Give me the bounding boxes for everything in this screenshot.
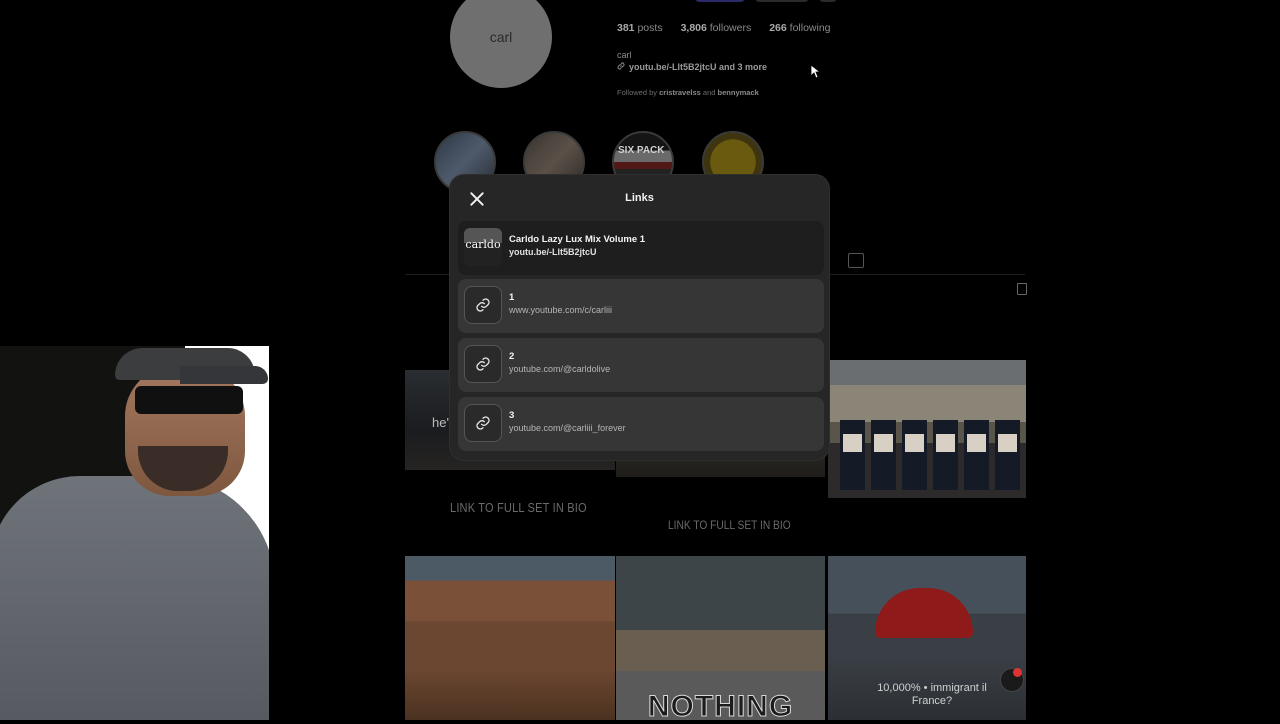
featured-link-title: Carldo Lazy Lux Mix Volume 1 — [509, 234, 646, 245]
person-figure — [995, 420, 1020, 490]
webcam-person-cap-brim — [180, 366, 268, 384]
post-1-text: he' — [432, 415, 449, 430]
webcam-person-shirt — [0, 476, 269, 720]
link-row-2[interactable]: 2 youtube.com/@carldolive — [458, 338, 824, 392]
more-button[interactable] — [818, 0, 838, 2]
link-row-3[interactable]: 3 youtube.com/@carliii_forever — [458, 397, 824, 451]
followers-stat[interactable]: 3,806 followers — [681, 22, 752, 34]
link-icon — [464, 345, 502, 383]
followers-label: followers — [709, 22, 752, 34]
link-title: 2 — [509, 351, 515, 362]
posts-count: 381 — [617, 22, 635, 34]
profile-stats: 381 posts 3,806 followers 266 following — [617, 22, 831, 34]
followed-by-user-2: bennymack — [717, 88, 759, 97]
avatar-text: carl — [489, 29, 513, 45]
follow-button[interactable] — [694, 0, 746, 2]
posts-label: posts — [637, 22, 663, 34]
followers-count: 3,806 — [680, 22, 707, 34]
link-title: 1 — [509, 292, 515, 303]
link-row-1[interactable]: 1 www.youtube.com/c/carliii — [458, 279, 824, 333]
post-type-icon — [1017, 283, 1027, 295]
posts-stat: 381 posts — [617, 22, 663, 34]
post-thumbnail-4[interactable] — [405, 556, 615, 720]
bio-link[interactable]: youtu.be/-Llt5B2jtcU and 3 more — [617, 62, 767, 72]
profile-avatar[interactable]: carl — [450, 0, 552, 88]
modal-title: Links — [625, 192, 654, 204]
followed-by[interactable]: Followed by cristravelss and bennymack — [617, 88, 759, 97]
links-modal: Links carldo Carldo Lazy Lux Mix Volume … — [450, 175, 829, 460]
webcam-person-sunglasses — [135, 386, 243, 414]
post-banner-text-1: LINK TO FULL SET IN BIO — [450, 500, 587, 515]
post-5-text: NOTHING — [647, 690, 794, 724]
person-figure — [964, 420, 989, 490]
link-url: www.youtube.com/c/carliii — [509, 305, 613, 315]
tagged-icon[interactable] — [848, 253, 864, 268]
link-title: 3 — [509, 410, 515, 421]
following-stat[interactable]: 266 following — [769, 22, 830, 34]
following-label: following — [789, 22, 831, 34]
person-figure — [933, 420, 958, 490]
followed-by-prefix: Followed by — [617, 88, 658, 97]
link-url: youtube.com/@carldolive — [509, 364, 611, 374]
link-icon — [464, 404, 502, 442]
featured-link-thumbnail: carldo — [464, 228, 502, 266]
person-figure — [840, 420, 865, 490]
notification-badge — [1013, 668, 1022, 677]
link-icon — [464, 286, 502, 324]
following-count: 266 — [769, 22, 787, 34]
thumbnail-text: carldo — [465, 238, 501, 251]
webcam-overlay — [0, 346, 269, 720]
followed-by-user-1: cristravelss — [659, 88, 701, 97]
bio-link-icon — [617, 62, 625, 72]
post-6-caption-line-1: 10,000% • immigrant il — [877, 682, 987, 694]
profile-name: carl — [617, 50, 632, 60]
message-button[interactable] — [754, 0, 810, 2]
person-figure — [871, 420, 896, 490]
post-6-caption-line-2: France? — [911, 695, 953, 707]
post-6-caption: 10,000% • immigrant il France? — [852, 682, 1012, 708]
highlight-3-text: SIX PACK — [618, 145, 665, 156]
link-url: youtube.com/@carliii_forever — [509, 423, 626, 433]
post-banner-text-2: LINK TO FULL SET IN BIO — [668, 518, 791, 532]
post-3-people — [840, 420, 1020, 490]
featured-link-url: youtu.be/-Llt5B2jtcU — [509, 247, 597, 257]
bio-link-text: youtu.be/-Llt5B2jtcU and 3 more — [629, 62, 768, 72]
followed-by-and: and — [702, 88, 716, 97]
featured-link-row[interactable]: carldo Carldo Lazy Lux Mix Volume 1 yout… — [458, 221, 824, 275]
person-figure — [902, 420, 927, 490]
